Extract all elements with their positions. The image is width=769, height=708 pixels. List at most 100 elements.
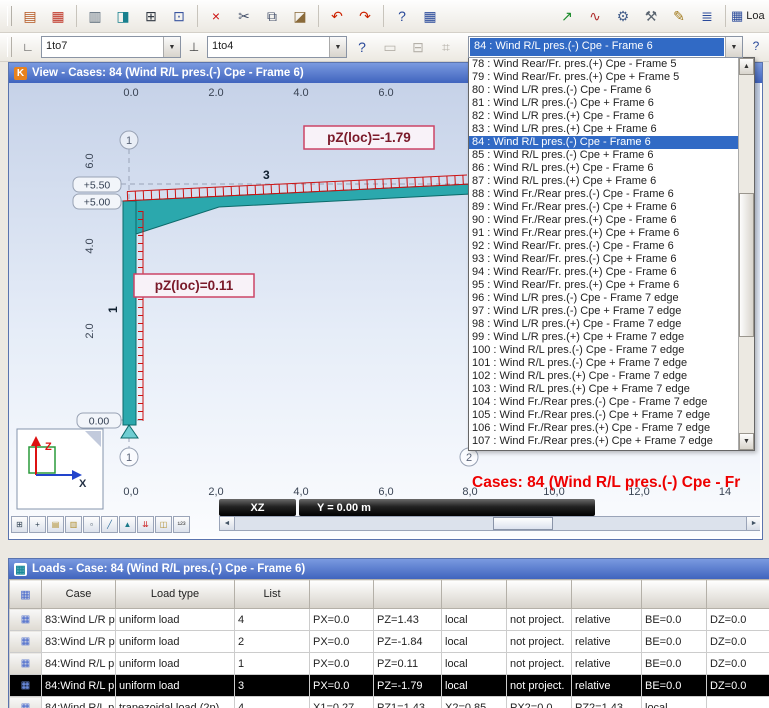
case-option[interactable]: 98 : Wind L/R pres.(+) Cpe - Frame 7 edg… <box>469 318 738 331</box>
column-header[interactable]: Case <box>41 579 116 609</box>
column-header[interactable]: Load type <box>115 579 235 609</box>
view-definition-icon[interactable]: ∟ <box>17 36 39 58</box>
scroll-thumb[interactable] <box>493 517 553 530</box>
load-cell[interactable]: not project. <box>506 652 572 675</box>
load-cell[interactable]: uniform load <box>115 652 235 675</box>
load-cell[interactable]: BE=0.0 <box>641 608 707 631</box>
load-cell[interactable] <box>706 696 769 708</box>
case-option[interactable]: 94 : Wind Rear/Fr. pres.(+) Cpe - Frame … <box>469 266 738 279</box>
case-option[interactable]: 105 : Wind Fr./Rear pres.(-) Cpe + Frame… <box>469 409 738 422</box>
section-display-icon[interactable]: ◫ <box>155 516 172 533</box>
support-display-icon[interactable]: ▲ <box>119 516 136 533</box>
case-option[interactable]: 78 : Wind Rear/Fr. pres.(+) Cpe - Frame … <box>469 58 738 71</box>
column-header[interactable]: List <box>234 579 310 609</box>
loads-titlebar[interactable]: ▦ Loads - Case: 84 (Wind R/L pres.(-) Cp… <box>9 559 769 579</box>
toolbar-grip[interactable] <box>7 37 12 57</box>
window-grid-icon[interactable]: ⌗ <box>433 34 459 60</box>
load-cell[interactable]: DZ=0.0 <box>706 674 769 697</box>
load-cell[interactable]: uniform load <box>115 674 235 697</box>
undo-icon[interactable]: ↶ <box>324 3 350 29</box>
load-cell[interactable]: 83:Wind L/R p <box>41 630 116 653</box>
screen-capture-icon[interactable]: ▤ <box>47 516 64 533</box>
load-cell[interactable]: BE=0.0 <box>641 652 707 675</box>
load-cell[interactable]: uniform load <box>115 608 235 631</box>
load-cell[interactable]: local <box>441 674 507 697</box>
load-display-icon[interactable]: ⇊ <box>137 516 154 533</box>
new-model-icon[interactable]: ▤ <box>17 3 43 29</box>
redo-icon[interactable]: ↷ <box>352 3 378 29</box>
case-option[interactable]: 83 : Wind L/R pres.(+) Cpe + Frame 6 <box>469 123 738 136</box>
case-select-help-icon[interactable]: ? <box>745 35 767 57</box>
load-cell[interactable]: PX=0.0 <box>309 674 374 697</box>
load-cell[interactable]: not project. <box>506 674 572 697</box>
window-tile-icon[interactable]: ⊟ <box>405 34 431 60</box>
load-cell[interactable]: PZ=0.11 <box>373 652 442 675</box>
book-icon[interactable]: ◨ <box>110 3 136 29</box>
row-header-icon[interactable]: ▦ <box>9 674 42 697</box>
scroll-track[interactable] <box>739 75 754 433</box>
tables-icon[interactable]: ▦ <box>417 3 443 29</box>
window-cascade-icon[interactable]: ▭ <box>377 34 403 60</box>
load-cell[interactable]: PZ=-1.79 <box>373 674 442 697</box>
column-header[interactable] <box>506 579 572 609</box>
load-cell[interactable]: local <box>441 630 507 653</box>
scroll-thumb[interactable] <box>739 193 754 337</box>
load-cell[interactable]: BE=0.0 <box>641 674 707 697</box>
case-option[interactable]: 81 : Wind L/R pres.(-) Cpe + Frame 6 <box>469 97 738 110</box>
load-row[interactable]: ▦ 84:Wind R/L p uniform load 1 PX=0.0 PZ=0.11… <box>9 652 769 675</box>
copy-icon[interactable]: ⧉ <box>259 3 285 29</box>
display-filters-icon[interactable]: ▥ <box>65 516 82 533</box>
chevron-down-icon[interactable]: ▼ <box>725 37 742 57</box>
case-option[interactable]: 82 : Wind L/R pres.(+) Cpe - Frame 6 <box>469 110 738 123</box>
horizontal-scrollbar[interactable]: ◄ ► <box>219 516 760 531</box>
column-header[interactable] <box>373 579 442 609</box>
case-option[interactable]: 102 : Wind R/L pres.(+) Cpe - Frame 7 ed… <box>469 370 738 383</box>
load-row[interactable]: ▦ 84:Wind R/L p uniform load 3 PX=0.0 PZ=-1.7… <box>9 674 769 697</box>
load-cell[interactable]: not project. <box>506 630 572 653</box>
load-cell[interactable]: local <box>641 696 707 708</box>
column-header[interactable] <box>309 579 374 609</box>
case-option[interactable]: 101 : Wind R/L pres.(-) Cpe + Frame 7 ed… <box>469 357 738 370</box>
load-cell[interactable]: 83:Wind L/R p <box>41 608 116 631</box>
case-option[interactable]: 106 : Wind Fr./Rear pres.(+) Cpe - Frame… <box>469 422 738 435</box>
loads-toolbar-label[interactable]: ▦ Loa <box>731 8 765 24</box>
scroll-left-icon[interactable]: ◄ <box>220 517 235 530</box>
node-display-icon[interactable]: ▫ <box>83 516 100 533</box>
load-cell[interactable]: 3 <box>234 674 310 697</box>
load-cell[interactable]: 2 <box>234 630 310 653</box>
scroll-up-icon[interactable]: ▲ <box>739 58 754 75</box>
load-cell[interactable]: X1=0.27 <box>309 696 374 708</box>
chevron-down-icon[interactable]: ▼ <box>329 37 346 57</box>
case-option[interactable]: 88 : Wind Fr./Rear pres.(-) Cpe - Frame … <box>469 188 738 201</box>
case-option[interactable]: 87 : Wind R/L pres.(+) Cpe + Frame 6 <box>469 175 738 188</box>
load-cell[interactable]: PZ=1.43 <box>373 608 442 631</box>
help-icon[interactable]: ? <box>389 3 415 29</box>
load-cell[interactable]: uniform load <box>115 630 235 653</box>
load-cell[interactable]: PX2=0.0 <box>506 696 572 708</box>
scroll-down-icon[interactable]: ▼ <box>739 433 754 450</box>
case-option[interactable]: 99 : Wind L/R pres.(+) Cpe + Frame 7 edg… <box>469 331 738 344</box>
column-header[interactable] <box>571 579 642 609</box>
print-preview-icon[interactable]: ▥ <box>82 3 108 29</box>
column-member[interactable] <box>122 200 137 426</box>
case-option[interactable]: 84 : Wind R/L pres.(-) Cpe - Frame 6 <box>469 136 738 149</box>
context-help-icon[interactable]: ? <box>349 34 375 60</box>
status-y-coordinate[interactable]: Y = 0.00 m <box>299 499 595 516</box>
case-option[interactable]: 92 : Wind Rear/Fr. pres.(-) Cpe - Frame … <box>469 240 738 253</box>
column-header[interactable] <box>441 579 507 609</box>
calculator-icon[interactable]: ⊞ <box>138 3 164 29</box>
save-icon[interactable]: ▦ <box>45 3 71 29</box>
column-header[interactable] <box>641 579 707 609</box>
load-row[interactable]: ▦ 84:Wind R/L p trapezoidal load (2p) 4 X1=0… <box>9 696 769 708</box>
measure-icon[interactable]: ⊥ <box>183 36 205 58</box>
case-option[interactable]: 93 : Wind Rear/Fr. pres.(-) Cpe + Frame … <box>469 253 738 266</box>
load-cell[interactable]: PX=0.0 <box>309 608 374 631</box>
toolbar-grip[interactable] <box>7 6 12 26</box>
load-cell[interactable]: BE=0.0 <box>641 630 707 653</box>
paste-icon[interactable]: ◪ <box>287 3 313 29</box>
case-option[interactable]: 103 : Wind R/L pres.(+) Cpe + Frame 7 ed… <box>469 383 738 396</box>
view-selector-combo[interactable]: 1to7 ▼ <box>41 36 181 58</box>
row-header-icon[interactable]: ▦ <box>9 696 42 708</box>
load-cell[interactable]: PZ1=1.43 <box>373 696 442 708</box>
case-option[interactable]: 91 : Wind Fr./Rear pres.(+) Cpe + Frame … <box>469 227 738 240</box>
